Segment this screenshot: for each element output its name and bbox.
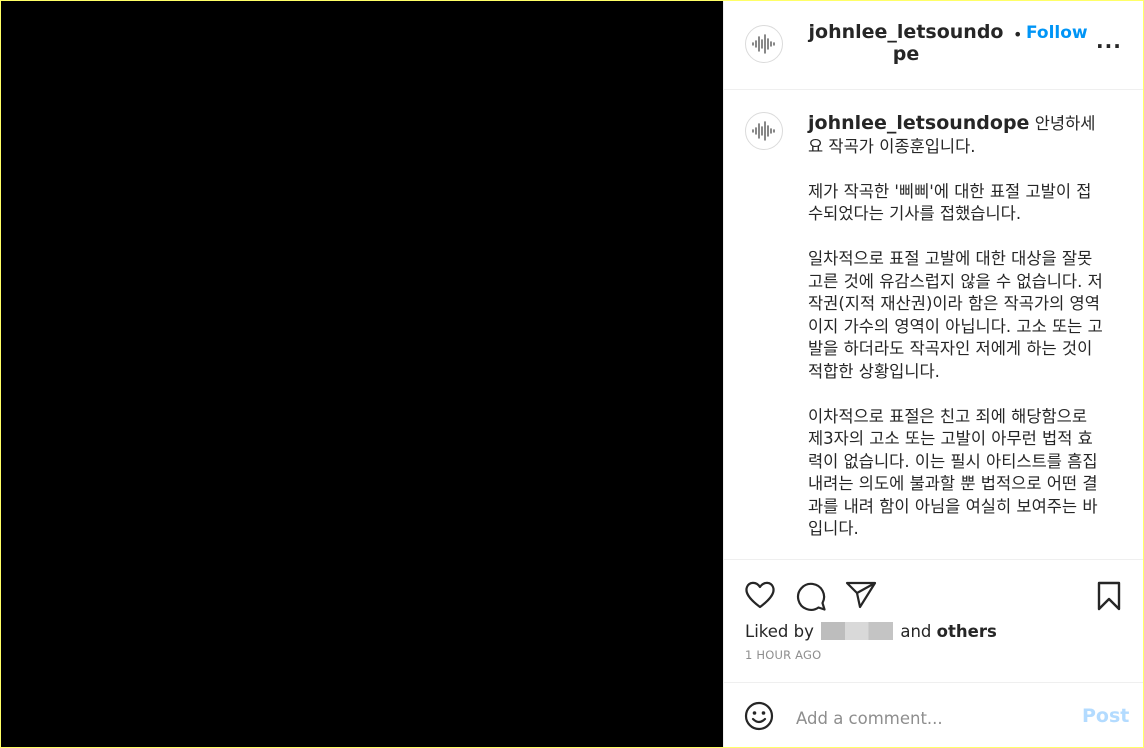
post-actions: Liked by and others 1 HOUR AGO [724, 559, 1143, 682]
heart-icon [745, 581, 775, 609]
caption-paragraph: 이차적으로 표절은 친고 죄에 해당함으로 제3자의 고소 또는 고발이 아무런… [808, 406, 1098, 539]
comment-input[interactable] [794, 703, 1068, 733]
liked-by-connector: and [900, 622, 932, 641]
smiley-icon [744, 701, 774, 731]
caption-paragraph: johnlee_letsoundope 안녕하세요 작곡가 이종훈입니다. [808, 112, 1106, 158]
separator-dot: • [1013, 25, 1023, 44]
liked-by-others-link[interactable]: others [937, 622, 997, 641]
caption-paragraph: 일차적으로 표절 고발에 대한 대상을 잘못 고른 것에 유감스럽지 않을 수 … [808, 249, 1103, 381]
share-button[interactable] [845, 580, 877, 614]
post-side-panel: johnlee_letsoundope • Follow ... johnlee… [723, 1, 1143, 747]
more-options-button[interactable]: ... [1096, 31, 1122, 51]
post-comment-button[interactable]: Post [1082, 705, 1129, 727]
comment-button[interactable] [795, 580, 827, 616]
follow-button[interactable]: Follow [1026, 23, 1088, 43]
caption-username[interactable]: johnlee_letsoundope [808, 112, 1029, 134]
avatar[interactable] [745, 25, 783, 63]
liked-by-summary: Liked by and others [745, 622, 997, 641]
comment-bar: Post [724, 682, 1143, 747]
soundwave-icon [752, 121, 775, 141]
bookmark-icon [1097, 581, 1121, 611]
post-dialog: johnlee_letsoundope • Follow ... johnlee… [1, 1, 1143, 747]
redacted-username[interactable] [821, 622, 894, 640]
liked-by-prefix: Liked by [745, 622, 814, 641]
like-button[interactable] [744, 580, 776, 614]
post-header: johnlee_letsoundope • Follow ... [724, 1, 1143, 90]
save-button[interactable] [1095, 581, 1123, 615]
caption-paragraph: 제가 작곡한 '삐삐'에 대한 표절 고발이 접수되었다는 기사를 접했습니다. [808, 181, 1092, 224]
post-media[interactable] [1, 1, 723, 747]
caption-text: johnlee_letsoundope 안녕하세요 작곡가 이종훈입니다. 제가… [808, 112, 1106, 559]
caption-avatar[interactable] [745, 112, 783, 150]
soundwave-icon [752, 34, 775, 54]
caption-section[interactable]: johnlee_letsoundope 안녕하세요 작곡가 이종훈입니다. 제가… [724, 91, 1143, 559]
post-timestamp[interactable]: 1 HOUR AGO [745, 648, 821, 662]
post-author-username[interactable]: johnlee_letsoundope [806, 21, 1006, 65]
speech-bubble-icon [796, 582, 826, 611]
emoji-button[interactable] [744, 701, 774, 735]
paper-plane-icon [845, 581, 877, 609]
